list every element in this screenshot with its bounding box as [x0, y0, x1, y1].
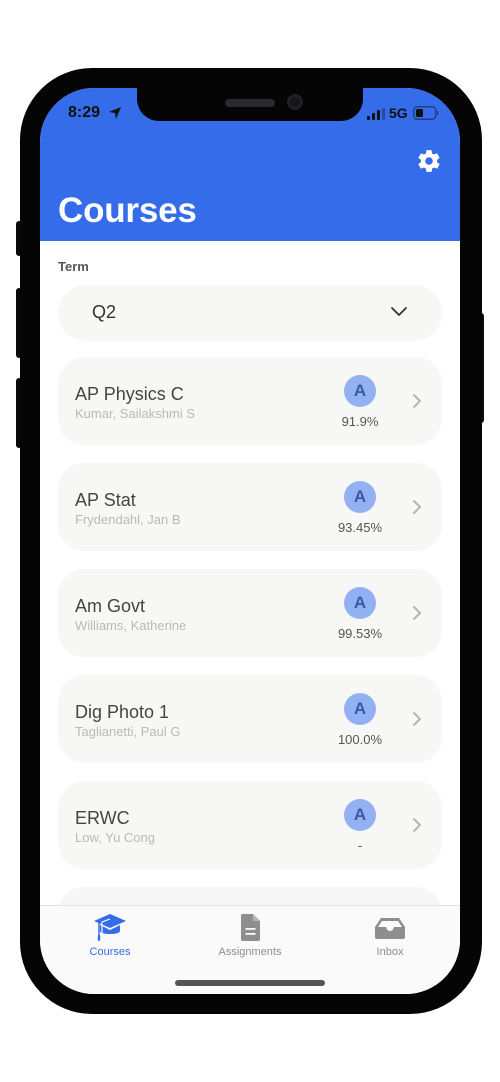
teacher-name: Williams, Katherine — [75, 618, 187, 633]
chevron-down-icon — [391, 307, 407, 316]
teacher-name: Low, Yu Cong — [75, 830, 155, 845]
page-title: Courses — [58, 191, 197, 230]
settings-gear-icon[interactable] — [416, 148, 442, 174]
term-label: Term — [58, 259, 89, 274]
course-name: AP Physics C — [75, 384, 184, 404]
home-indicator[interactable] — [175, 980, 325, 986]
course-card[interactable]: Am Govt Williams, Katherine A 99.53% — [58, 569, 442, 657]
grade-badge: A — [344, 587, 376, 619]
grade-percent: 93.45% — [337, 520, 383, 535]
term-dropdown[interactable]: Q2 — [58, 285, 442, 341]
course-name: Dig Photo 1 — [75, 702, 170, 722]
course-card[interactable]: ERWC Low, Yu Cong A - — [58, 781, 442, 869]
screen: 8:29 5G Courses Term Q2 AP Physics C Kum… — [40, 88, 460, 994]
grade-badge: A — [344, 693, 376, 725]
chevron-right-icon — [413, 394, 421, 408]
front-camera — [287, 94, 303, 110]
battery-icon — [413, 106, 439, 120]
teacher-name: Kumar, Sailakshmi S — [75, 406, 195, 421]
graduation-cap-icon — [94, 914, 126, 941]
grade-badge: A — [344, 799, 376, 831]
cellular-signal-icon — [367, 108, 385, 120]
inbox-tray-icon — [375, 918, 405, 939]
tab-assignments[interactable]: Assignments — [190, 912, 310, 960]
tab-label: Assignments — [218, 946, 282, 958]
course-card[interactable]: Dig Photo 1 Taglianetti, Paul G A 100.0% — [58, 675, 442, 763]
location-arrow-icon — [109, 107, 121, 119]
grade-badge: A — [344, 375, 376, 407]
grade-percent: 99.53% — [337, 626, 383, 641]
teacher-name: Taglianetti, Paul G — [75, 724, 181, 739]
chevron-right-icon — [413, 818, 421, 832]
status-time: 8:29 — [68, 104, 101, 121]
chevron-right-icon — [413, 500, 421, 514]
grade-percent: 91.9% — [341, 414, 379, 429]
course-card-partial[interactable] — [58, 887, 442, 905]
course-content: Term Q2 AP Physics C Kumar, Sailakshmi S… — [40, 241, 460, 905]
teacher-name: Frydendahl, Jan B — [75, 512, 181, 527]
notch — [137, 88, 363, 121]
document-icon — [241, 914, 260, 941]
tab-label: Inbox — [376, 946, 404, 958]
course-card[interactable]: AP Physics C Kumar, Sailakshmi S A 91.9% — [58, 357, 442, 445]
header: 8:29 5G Courses — [40, 88, 460, 241]
course-name: AP Stat — [75, 490, 136, 510]
network-type: 5G — [389, 105, 408, 121]
tab-bar: Courses Assignments Inbox — [40, 905, 460, 994]
course-card[interactable]: AP Stat Frydendahl, Jan B A 93.45% — [58, 463, 442, 551]
course-name: Am Govt — [75, 596, 146, 616]
course-name: ERWC — [75, 808, 130, 828]
grade-percent: 100.0% — [337, 732, 383, 747]
grade-percent: - — [357, 838, 363, 853]
tab-label: Courses — [89, 946, 131, 958]
tab-inbox[interactable]: Inbox — [330, 912, 450, 960]
grade-badge: A — [344, 481, 376, 513]
chevron-right-icon — [413, 606, 421, 620]
speaker-grille — [225, 99, 275, 107]
chevron-right-icon — [413, 712, 421, 726]
tab-courses[interactable]: Courses — [50, 912, 170, 960]
term-selected-value: Q2 — [92, 302, 117, 322]
course-list: AP Physics C Kumar, Sailakshmi S A 91.9%… — [58, 357, 442, 905]
